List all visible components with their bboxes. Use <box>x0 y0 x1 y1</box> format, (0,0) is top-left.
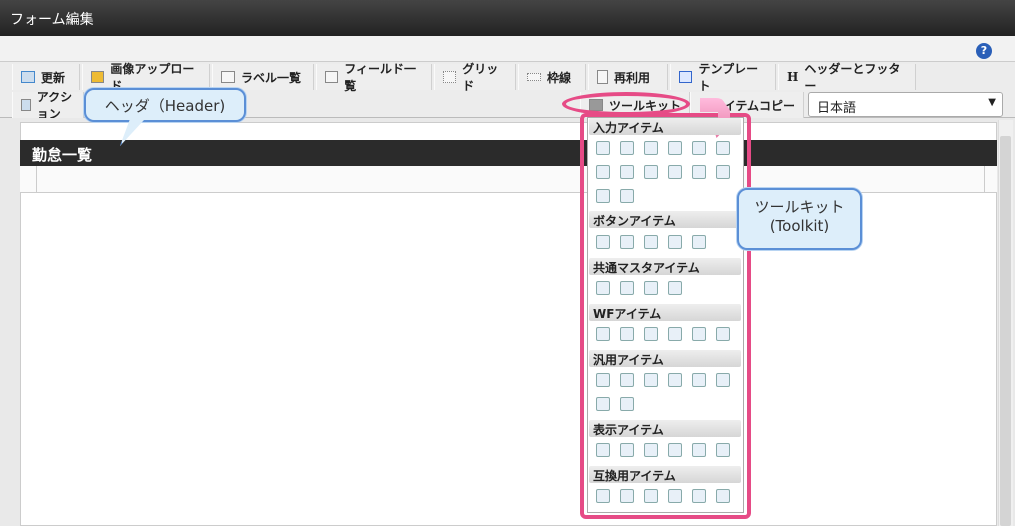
toolkit-item-icon[interactable] <box>596 327 610 341</box>
toolkit-item-icon[interactable] <box>716 373 730 387</box>
toolkit-item-icon[interactable] <box>668 443 682 457</box>
toolkit-item-icon[interactable] <box>692 443 706 457</box>
list-title: 勤怠一覧 <box>20 140 997 166</box>
toolkit-item-icon[interactable] <box>668 281 682 295</box>
toolkit-item-icon[interactable] <box>596 373 610 387</box>
language-value: 日本語 <box>817 101 857 116</box>
label: テンプレート <box>698 62 759 93</box>
label: フィールド一覧 <box>344 62 417 93</box>
refresh-icon <box>21 71 35 83</box>
toolkit-item-icon[interactable] <box>644 373 658 387</box>
help-icon[interactable]: ? <box>976 43 992 59</box>
toolkit-item-icon[interactable] <box>644 141 658 155</box>
label: 枠線 <box>547 70 572 85</box>
toolkit-item-icon[interactable] <box>596 189 610 203</box>
template-icon <box>679 71 693 83</box>
toolkit-item-icon[interactable] <box>692 165 706 179</box>
section-master-items: 共通マスタアイテム <box>589 258 741 275</box>
toolkit-item-icon[interactable] <box>596 165 610 179</box>
header-footer-button[interactable]: H ヘッダーとフッター <box>778 62 916 93</box>
section-wf-items: WFアイテム <box>589 304 741 321</box>
action-button[interactable]: アクション <box>12 92 84 118</box>
toolkit-item-icon[interactable] <box>692 235 706 249</box>
border-icon <box>527 73 541 81</box>
toolkit-item-icon[interactable] <box>620 489 634 503</box>
toolkit-item-icon[interactable] <box>620 373 634 387</box>
toolkit-item-icon[interactable] <box>692 141 706 155</box>
section-compat-items: 互換用アイテム <box>589 466 741 483</box>
toolkit-item-icon[interactable] <box>692 489 706 503</box>
toolkit-item-icon[interactable] <box>644 489 658 503</box>
toolkit-item-icon[interactable] <box>620 165 634 179</box>
label: 再利用 <box>614 70 651 85</box>
toolkit-item-icon[interactable] <box>620 189 634 203</box>
toolkit-item-icon[interactable] <box>596 281 610 295</box>
toolkit-item-icon[interactable] <box>644 165 658 179</box>
label: グリッド <box>462 62 499 93</box>
toolkit-item-icon[interactable] <box>644 443 658 457</box>
toolkit-callout: ツールキット (Toolkit) <box>737 188 862 250</box>
toolkit-item-icon[interactable] <box>668 165 682 179</box>
list-icon <box>325 71 339 83</box>
toolkit-item-icon[interactable] <box>620 141 634 155</box>
toolkit-item-icon[interactable] <box>596 235 610 249</box>
header-icon: H <box>787 70 799 84</box>
toolkit-item-icon[interactable] <box>620 235 634 249</box>
toolkit-item-icon[interactable] <box>620 443 634 457</box>
label: アクション <box>36 92 73 118</box>
toolkit-item-icon[interactable] <box>596 443 610 457</box>
label: ヘッダーとフッター <box>804 62 901 93</box>
toolkit-item-icon[interactable] <box>620 397 634 411</box>
toolkit-item-icon[interactable] <box>668 327 682 341</box>
chevron-down-icon: ▼ <box>988 97 996 108</box>
list-icon <box>221 71 235 83</box>
label: 更新 <box>41 70 66 85</box>
toolkit-item-icon[interactable] <box>644 281 658 295</box>
toolkit-item-icon[interactable] <box>692 373 706 387</box>
copy-icon <box>597 70 608 84</box>
toolkit-item-icon[interactable] <box>716 489 730 503</box>
toolkit-item-icon[interactable] <box>668 373 682 387</box>
language-select[interactable]: 日本語 ▼ <box>808 92 1003 117</box>
field-list-button[interactable]: フィールド一覧 <box>316 62 432 93</box>
toolkit-button-highlight <box>562 92 690 116</box>
image-upload-button[interactable]: 画像アップロード <box>82 62 210 93</box>
toolkit-item-icon[interactable] <box>668 235 682 249</box>
section-input-items: 入力アイテム <box>589 118 741 135</box>
section-general-items: 汎用アイテム <box>589 350 741 367</box>
toolkit-item-icon[interactable] <box>716 165 730 179</box>
callout-line: (Toolkit) <box>769 217 830 235</box>
label-list-button[interactable]: ラベル一覧 <box>212 64 314 90</box>
scrollbar-thumb[interactable] <box>1000 136 1011 526</box>
toolkit-item-icon[interactable] <box>716 443 730 457</box>
window-title: フォーム編集 <box>0 0 1015 36</box>
share-icon <box>21 99 31 111</box>
section-button-items: ボタンアイテム <box>589 211 741 228</box>
border-button[interactable]: 枠線 <box>518 64 586 90</box>
toolkit-item-icon[interactable] <box>596 141 610 155</box>
refresh-button[interactable]: 更新 <box>12 64 80 90</box>
reuse-button[interactable]: 再利用 <box>588 64 668 90</box>
toolkit-item-icon[interactable] <box>692 327 706 341</box>
image-upload-icon <box>91 71 105 83</box>
toolkit-item-icon[interactable] <box>620 281 634 295</box>
toolkit-item-icon[interactable] <box>596 489 610 503</box>
section-display-items: 表示アイテム <box>589 420 741 437</box>
toolkit-item-icon[interactable] <box>620 327 634 341</box>
toolkit-item-icon[interactable] <box>596 397 610 411</box>
top-bar <box>0 36 1015 62</box>
toolkit-item-icon[interactable] <box>644 327 658 341</box>
toolkit-item-icon[interactable] <box>668 141 682 155</box>
toolkit-item-icon[interactable] <box>716 327 730 341</box>
toolkit-item-icon[interactable] <box>716 141 730 155</box>
grid-icon <box>443 71 457 83</box>
template-button[interactable]: テンプレート <box>670 62 776 93</box>
toolkit-item-icon[interactable] <box>644 235 658 249</box>
grid-button[interactable]: グリッド <box>434 62 516 93</box>
header-callout: ヘッダ（Header) <box>84 88 246 122</box>
toolkit-item-icon[interactable] <box>668 489 682 503</box>
callout-line: ツールキット <box>754 198 845 216</box>
label: ラベル一覧 <box>241 70 302 85</box>
